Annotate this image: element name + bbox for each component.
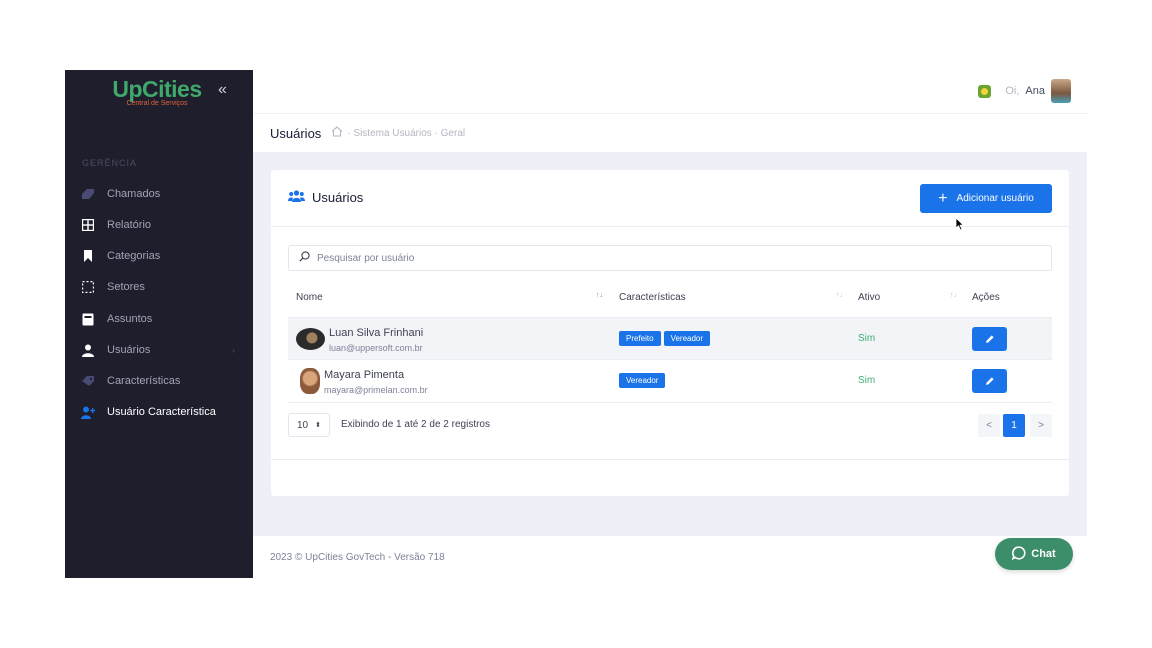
brand-logo[interactable]: UpCities Central de Serviços	[107, 77, 207, 108]
sidebar-item-label: Setores	[107, 281, 145, 293]
brand-title: UpCities	[112, 76, 202, 102]
sidebar-item-assuntos[interactable]: Assuntos	[65, 307, 253, 331]
dotted-square-icon	[65, 281, 107, 293]
grid-icon	[65, 219, 107, 231]
sidebar-item-label: Assuntos	[107, 313, 153, 325]
sidebar-item-usuario-caracteristica[interactable]: Usuário Característica	[65, 400, 253, 424]
users-card: Usuários + Adicionar usuário Nome ↑↓ Car…	[271, 170, 1069, 496]
user-greeting[interactable]: Oi, Ana	[978, 79, 1071, 103]
mouse-cursor-icon	[955, 217, 965, 236]
search-input[interactable]	[317, 252, 1017, 264]
plus-icon: +	[938, 189, 948, 207]
table-row[interactable]: Luan Silva Frinhani luan@uppersoft.com.b…	[288, 317, 1052, 360]
chevron-right-icon: ›	[232, 345, 235, 355]
edit-button[interactable]	[972, 369, 1007, 393]
sidebar-item-label: Chamados	[107, 188, 161, 200]
active-status: Sim	[858, 333, 876, 344]
collapse-sidebar-icon[interactable]: «	[218, 82, 227, 98]
tag-icon	[65, 375, 107, 387]
user-plus-icon	[65, 406, 107, 419]
sidebar-item-relatorio[interactable]: Relatório	[65, 213, 253, 237]
pagination-next[interactable]: >	[1030, 414, 1052, 437]
user-name: Ana	[1025, 85, 1045, 97]
sidebar-item-categorias[interactable]: Categorias	[65, 244, 253, 268]
select-arrows-icon: ⬍	[315, 422, 321, 429]
edit-button[interactable]	[972, 327, 1007, 351]
sidebar-section-label: GERÊNCIA	[82, 158, 138, 168]
sidebar-item-label: Relatório	[107, 219, 152, 231]
sidebar: UpCities Central de Serviços « GERÊNCIA …	[65, 70, 253, 578]
search-icon	[299, 249, 310, 267]
pencil-icon	[985, 377, 994, 385]
footer-text: 2023 © UpCities GovTech - Versão 718	[270, 552, 445, 563]
top-bar: Oi, Ana	[253, 70, 1087, 114]
user-email: mayara@primelan.com.br	[324, 385, 428, 395]
search-box[interactable]	[288, 245, 1052, 271]
users-group-icon	[288, 190, 305, 205]
sort-icon[interactable]: ↑↓	[596, 292, 603, 299]
user-name: Mayara Pimenta	[324, 369, 405, 381]
column-header-features[interactable]: Características	[619, 292, 686, 303]
feature-badge: Prefeito	[619, 331, 661, 346]
sidebar-item-caracteristicas[interactable]: Características	[65, 369, 253, 393]
page-title: Usuários	[270, 125, 322, 141]
card-header: Usuários + Adicionar usuário	[271, 170, 1069, 227]
divider	[271, 459, 1069, 460]
page-size-select[interactable]: 10 ⬍	[288, 413, 330, 437]
subheader: Usuários · Sistema Usuários · Geral	[253, 114, 1087, 153]
book-icon	[65, 313, 107, 326]
sidebar-item-setores[interactable]: Setores	[65, 275, 253, 299]
card-title-text: Usuários	[312, 190, 364, 205]
avatar[interactable]	[1051, 79, 1071, 103]
sort-icon[interactable]: ↑↓	[950, 292, 957, 299]
column-header-active[interactable]: Ativo	[858, 292, 880, 303]
pagination-page-1[interactable]: 1	[1003, 414, 1025, 437]
column-header-name[interactable]: Nome	[296, 292, 323, 303]
user-icon	[65, 344, 107, 357]
user-name: Luan Silva Frinhani	[329, 327, 424, 339]
features-badges: Prefeito Vereador	[619, 331, 711, 346]
sidebar-item-label: Usuário Característica	[107, 406, 216, 418]
feature-badge: Vereador	[619, 373, 666, 388]
avatar	[300, 368, 320, 394]
ticket-icon	[65, 188, 107, 200]
avatar	[296, 328, 325, 350]
home-icon[interactable]	[331, 124, 343, 142]
feature-badge: Vereador	[663, 331, 711, 346]
features-badges: Vereador	[619, 373, 666, 388]
page-size-value: 10	[297, 419, 309, 431]
sidebar-item-label: Características	[107, 375, 181, 387]
sidebar-item-usuarios[interactable]: Usuários ›	[65, 338, 253, 362]
sidebar-item-chamados[interactable]: Chamados	[65, 182, 253, 206]
sort-icon[interactable]: ↑↓	[836, 292, 843, 299]
pagination-prev[interactable]: <	[978, 414, 1000, 437]
records-info: Exibindo de 1 até 2 de 2 registros	[341, 419, 490, 430]
flag-icon[interactable]	[978, 84, 992, 98]
breadcrumb[interactable]: · Sistema Usuários · Geral	[347, 128, 465, 139]
bookmark-icon	[65, 250, 107, 262]
add-user-label: Adicionar usuário	[956, 193, 1034, 204]
add-user-button[interactable]: + Adicionar usuário	[920, 184, 1052, 213]
table-row[interactable]: Mayara Pimenta mayara@primelan.com.br Ve…	[288, 360, 1052, 403]
chat-button[interactable]: Chat	[995, 538, 1073, 570]
chat-label: Chat	[1031, 548, 1056, 560]
chat-bubble-icon	[1011, 545, 1026, 563]
user-email: luan@uppersoft.com.br	[329, 343, 423, 353]
sidebar-item-label: Usuários	[107, 344, 151, 356]
column-header-actions: Ações	[972, 292, 1000, 303]
footer: 2023 © UpCities GovTech - Versão 718	[253, 536, 1087, 578]
app-frame: UpCities Central de Serviços « GERÊNCIA …	[65, 70, 1087, 578]
greeting-text: Oi,	[1005, 85, 1020, 97]
card-title: Usuários	[288, 190, 363, 205]
pencil-icon	[985, 335, 994, 343]
active-status: Sim	[858, 375, 876, 386]
sidebar-item-label: Categorias	[107, 250, 161, 262]
